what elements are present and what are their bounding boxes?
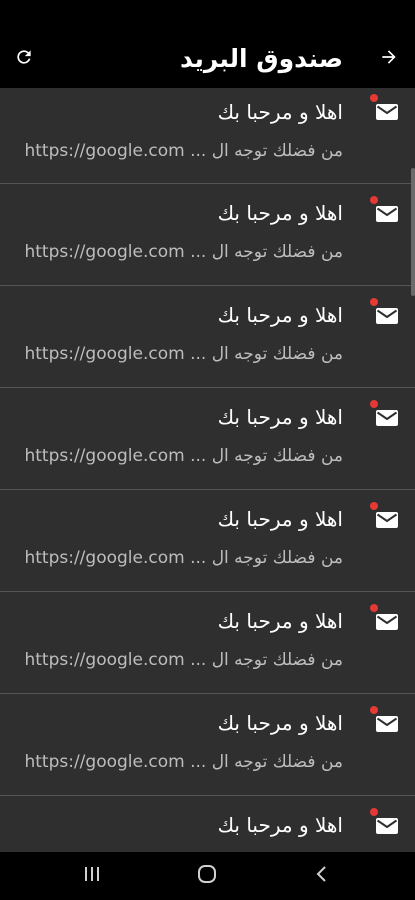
message-item[interactable]: اهلا و مرحبا بك من فضلك توجه ال ... http… — [0, 286, 415, 388]
mail-icon — [375, 612, 399, 632]
system-nav-bar — [0, 852, 415, 900]
back-icon — [315, 864, 329, 888]
message-preview: من فضلك توجه ال ... https://google.com — [24, 650, 343, 670]
mail-icon — [375, 510, 399, 530]
unread-indicator — [370, 196, 378, 204]
message-subject: اهلا و مرحبا بك — [217, 201, 343, 225]
system-back-button[interactable] — [310, 864, 334, 888]
unread-indicator — [370, 604, 378, 612]
unread-indicator — [370, 400, 378, 408]
message-preview: من فضلك توجه ال ... https://google.com — [24, 141, 343, 161]
message-item[interactable]: اهلا و مرحبا بك من فضلك توجه ال ... http… — [0, 490, 415, 592]
unread-indicator — [370, 298, 378, 306]
recents-button[interactable] — [80, 864, 104, 888]
message-item[interactable]: اهلا و مرحبا بك من فضلك توجه ال ... http… — [0, 694, 415, 796]
unread-indicator — [370, 94, 378, 102]
recents-icon — [82, 865, 102, 887]
inbox-list[interactable]: اهلا و مرحبا بك من فضلك توجه ال ... http… — [0, 88, 415, 852]
message-item[interactable]: اهلا و مرحبا بك من فضلك توجه ال ... http… — [0, 88, 415, 184]
message-preview: من فضلك توجه ال ... https://google.com — [24, 242, 343, 262]
mail-icon — [375, 816, 399, 836]
message-subject: اهلا و مرحبا بك — [217, 813, 343, 837]
message-item[interactable]: اهلا و مرحبا بك من فضلك توجه ال ... http… — [0, 592, 415, 694]
home-icon — [196, 863, 218, 889]
arrow-forward-icon — [379, 47, 399, 71]
back-button[interactable] — [377, 47, 401, 71]
home-button[interactable] — [195, 864, 219, 888]
message-subject: اهلا و مرحبا بك — [217, 507, 343, 531]
message-preview: من فضلك توجه ال ... https://google.com — [24, 548, 343, 568]
message-subject: اهلا و مرحبا بك — [217, 711, 343, 735]
page-title: صندوق البريد — [180, 44, 343, 73]
status-bar — [0, 0, 415, 30]
mail-icon — [375, 204, 399, 224]
message-subject: اهلا و مرحبا بك — [217, 405, 343, 429]
message-item[interactable]: اهلا و مرحبا بك من فضلك توجه ال ... http… — [0, 184, 415, 286]
mail-icon — [375, 408, 399, 428]
mail-icon — [375, 714, 399, 734]
message-item[interactable]: اهلا و مرحبا بك — [0, 796, 415, 852]
refresh-icon — [14, 47, 34, 71]
scrollbar-thumb[interactable] — [411, 168, 415, 296]
message-item[interactable]: اهلا و مرحبا بك من فضلك توجه ال ... http… — [0, 388, 415, 490]
message-preview: من فضلك توجه ال ... https://google.com — [24, 446, 343, 466]
message-preview: من فضلك توجه ال ... https://google.com — [24, 752, 343, 772]
unread-indicator — [370, 502, 378, 510]
unread-indicator — [370, 706, 378, 714]
message-subject: اهلا و مرحبا بك — [217, 100, 343, 124]
unread-indicator — [370, 808, 378, 816]
app-header: صندوق البريد — [0, 30, 415, 88]
message-subject: اهلا و مرحبا بك — [217, 609, 343, 633]
mail-icon — [375, 102, 399, 122]
message-preview: من فضلك توجه ال ... https://google.com — [24, 344, 343, 364]
mail-icon — [375, 306, 399, 326]
refresh-button[interactable] — [12, 47, 36, 71]
message-subject: اهلا و مرحبا بك — [217, 303, 343, 327]
